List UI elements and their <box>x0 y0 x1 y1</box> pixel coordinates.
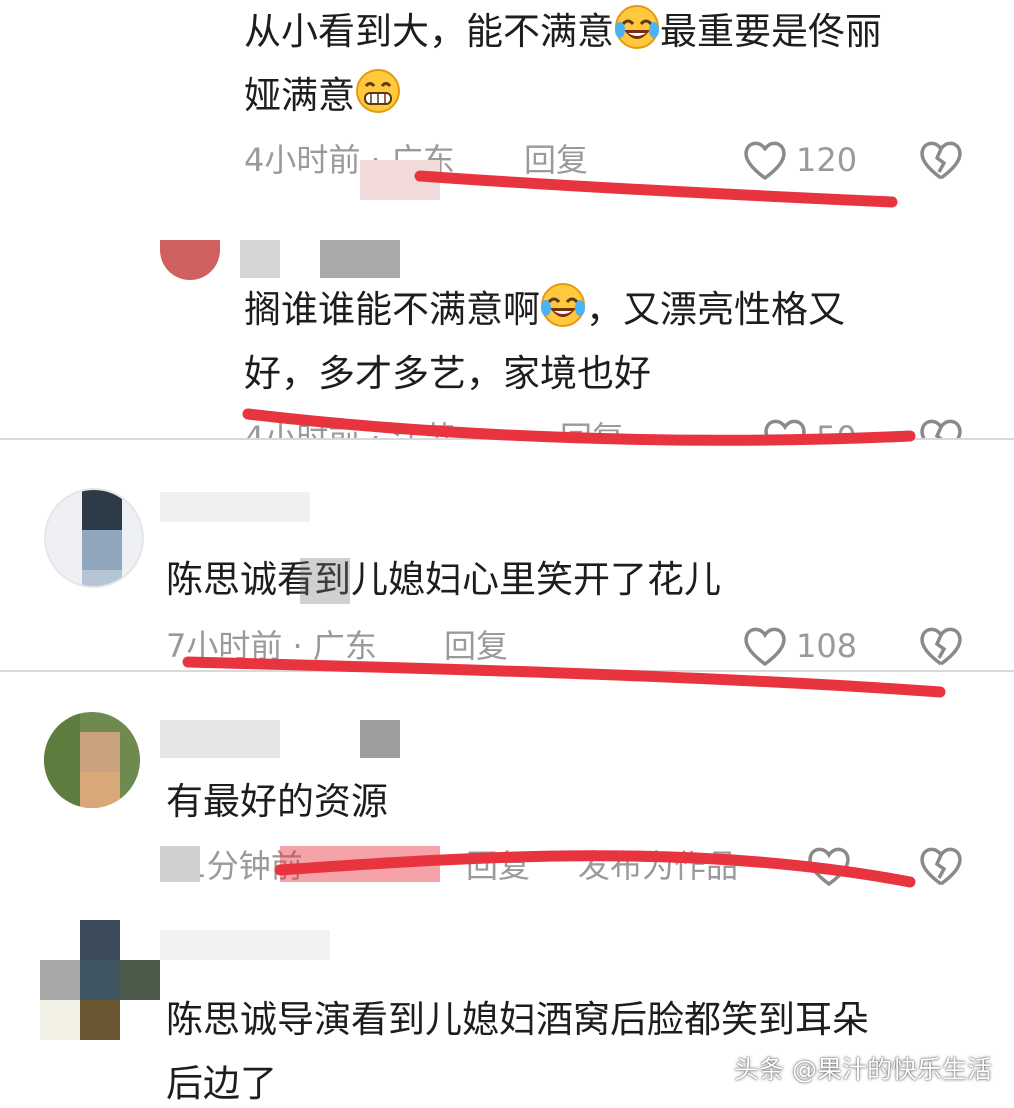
heart-outline-icon[interactable] <box>806 844 852 888</box>
censor-mosaic <box>160 492 310 522</box>
censor-mosaic <box>160 930 330 960</box>
like-count: 120 <box>796 141 858 179</box>
heart-outline-icon[interactable] <box>742 138 788 182</box>
like-count: 50 <box>816 419 857 440</box>
comment-text: 陈思诚导演看到儿媳妇酒窝后脸都笑到耳朵 后边了 <box>166 988 986 1108</box>
broken-heart-icon[interactable] <box>918 844 964 888</box>
heart-outline-icon[interactable] <box>742 624 788 668</box>
censor-mosaic <box>320 240 400 278</box>
censor-mosaic <box>300 558 350 604</box>
comment-text-line: 好，多才多艺，家境也好 <box>244 352 651 395</box>
reply-button[interactable]: 回复 <box>444 626 508 666</box>
publish-as-work-button[interactable]: 发布为作品 <box>578 846 738 886</box>
censor-mosaic <box>160 720 280 758</box>
avatar <box>44 488 144 588</box>
broken-heart-icon[interactable] <box>918 138 964 182</box>
censor-mosaic <box>360 720 400 758</box>
censor-mosaic <box>280 846 440 882</box>
broken-heart-icon[interactable] <box>918 416 964 440</box>
comment-text-line: 搁谁谁能不满意啊 <box>244 288 540 331</box>
avatar <box>40 920 160 1040</box>
comment-meta: 4小时前 · 江苏 <box>244 419 455 440</box>
avatar <box>44 712 140 808</box>
grinning-emoji <box>356 69 400 113</box>
avatar <box>160 240 220 280</box>
comment-text-line: 娅满意 <box>244 74 355 117</box>
comment-panel-2: 陈思诚看到儿媳妇心里笑开了花儿 7小时前 · 广东 回复 108 <box>0 440 1014 670</box>
comment-meta: 7小时前 · 广东 <box>166 627 377 665</box>
reply-button[interactable]: 回复 <box>560 418 624 440</box>
laughing-tears-emoji <box>615 5 659 49</box>
reply-button[interactable]: 回复 <box>466 846 530 886</box>
comment-text: 从小看到大，能不满意 最重要是佟丽 娅满意 <box>244 0 984 128</box>
comment-text-line: ，又漂亮性格又 <box>586 288 845 331</box>
laughing-tears-emoji <box>541 283 585 327</box>
comment-text-line: 陈思诚导演看到儿媳妇酒窝后脸都笑到耳朵 <box>166 998 869 1041</box>
comment-text: 搁谁谁能不满意啊 ，又漂亮性格又 好，多才多艺，家境也好 <box>244 278 984 406</box>
comment-panel-1: 从小看到大，能不满意 最重要是佟丽 娅满意 4小时前 · 广东 回复 120 搁谁… <box>0 0 1014 440</box>
censor-mosaic <box>360 160 440 200</box>
reply-button[interactable]: 回复 <box>524 140 588 180</box>
censor-mosaic <box>240 240 280 278</box>
like-count: 108 <box>796 627 858 665</box>
comment-text: 陈思诚看到儿媳妇心里笑开了花儿 <box>166 558 721 601</box>
heart-outline-icon[interactable] <box>762 416 808 440</box>
broken-heart-icon[interactable] <box>918 624 964 668</box>
comment-text-line: 后边了 <box>166 1062 277 1105</box>
watermark: 头条 @果汁的快乐生活 <box>734 1055 992 1084</box>
censor-mosaic <box>160 846 200 882</box>
comment-panel-3: 有最好的资源 21分钟前 回复 发布为作品 <box>0 672 1014 900</box>
comment-text-line: 最重要是佟丽 <box>660 10 882 53</box>
comment-text-line: 从小看到大，能不满意 <box>244 10 614 53</box>
comment-text: 有最好的资源 <box>166 780 388 823</box>
